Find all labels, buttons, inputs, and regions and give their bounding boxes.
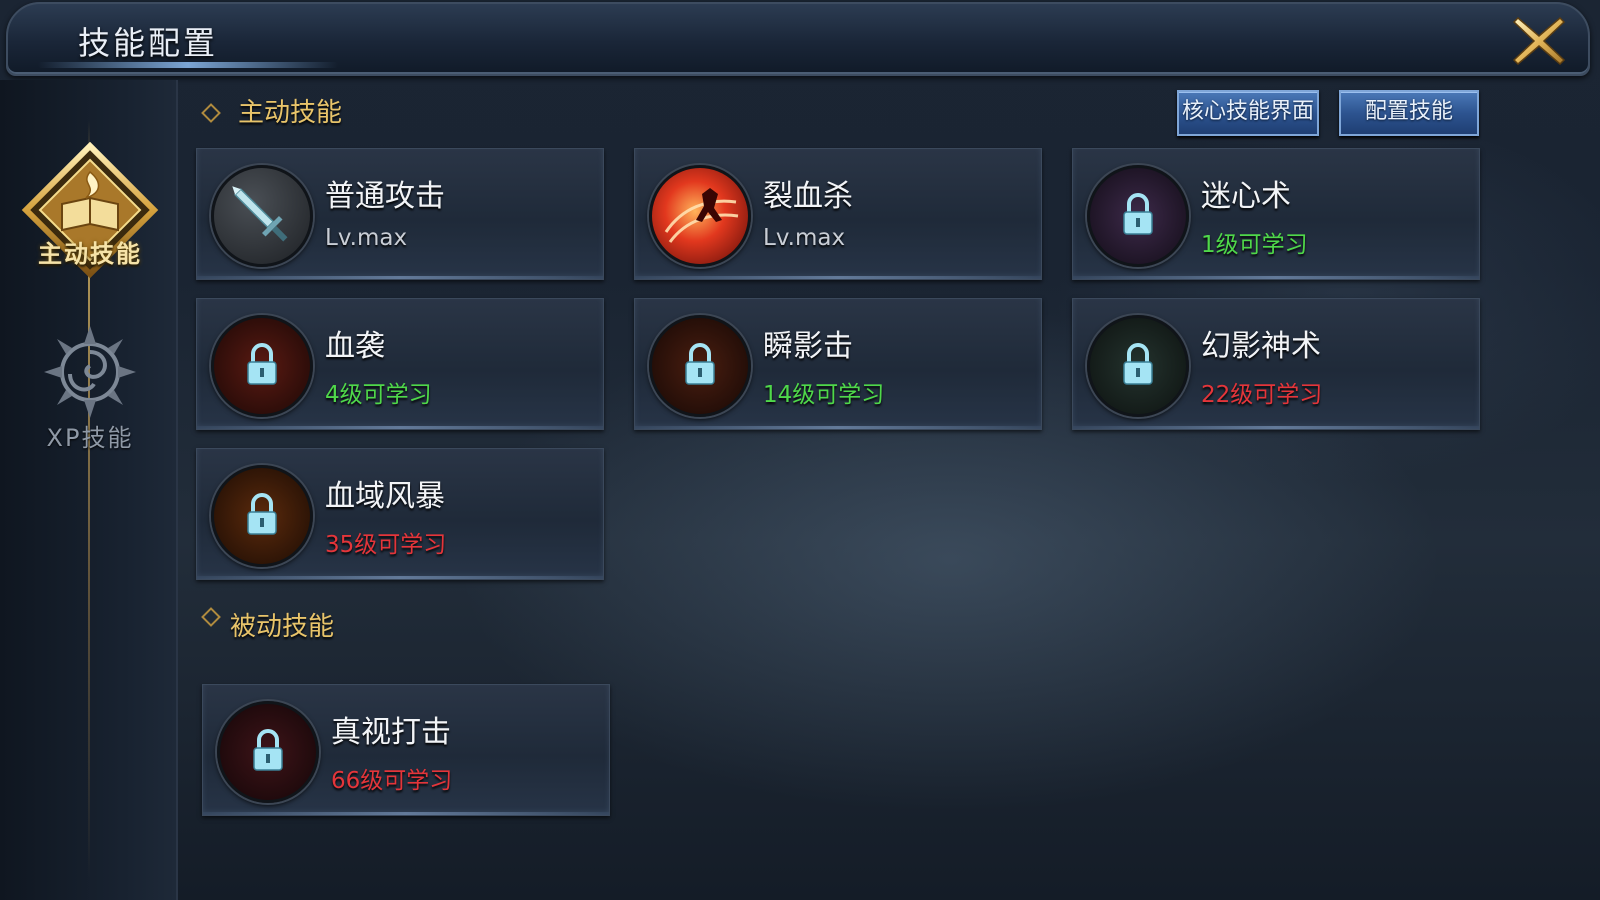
window-title: 技能配置 [78, 24, 219, 62]
skill-name: 真视打击 [331, 715, 451, 750]
skill-status: 66级可学习 [331, 768, 453, 794]
close-button[interactable] [1510, 12, 1568, 70]
sidebar: 主动技能 XP技能 [0, 80, 178, 900]
skill-status: 1级可学习 [1201, 232, 1308, 258]
skill-card-mind-charm[interactable]: 迷心术 1级可学习 [1072, 148, 1480, 280]
skill-name: 幻影神术 [1201, 329, 1321, 364]
active-skills-header: 主动技能 [238, 98, 343, 128]
blood-slash-icon [649, 165, 751, 267]
skill-status: Lv.max [763, 225, 846, 251]
skill-name: 血袭 [325, 329, 385, 364]
skill-card-blood-slash[interactable]: 裂血杀 Lv.max [634, 148, 1042, 280]
lock-icon [211, 465, 313, 567]
lock-icon [217, 701, 319, 803]
core-skills-button[interactable]: 核心技能界面 [1177, 90, 1319, 136]
tab-xp-skills-label: XP技能 [46, 424, 134, 452]
tab-active-skills[interactable]: 主动技能 [10, 142, 170, 292]
title-bar: 技能配置 [6, 2, 1590, 76]
tab-active-skills-label: 主动技能 [38, 240, 142, 268]
skill-name: 裂血杀 [763, 179, 853, 214]
skill-status: 14级可学习 [763, 382, 885, 408]
configure-skills-button[interactable]: 配置技能 [1339, 90, 1479, 136]
skill-status: 22级可学习 [1201, 382, 1323, 408]
close-icon [1512, 16, 1566, 66]
skill-status: 35级可学习 [325, 532, 447, 558]
skill-card-phantom-art[interactable]: 幻影神术 22级可学习 [1072, 298, 1480, 430]
skill-card-normal-attack[interactable]: 普通攻击 Lv.max [196, 148, 604, 280]
section-diamond-icon [201, 103, 221, 123]
skill-status: Lv.max [325, 225, 408, 251]
skill-name: 瞬影击 [763, 329, 853, 364]
skill-config-window: 技能配置 主动技能 XP技能 主动技能 核心技能界面 配置技能 普通攻击 Lv.… [0, 0, 1600, 900]
lock-icon [1087, 165, 1189, 267]
skill-card-shadow-strike[interactable]: 瞬影击 14级可学习 [634, 298, 1042, 430]
lock-icon [1087, 315, 1189, 417]
skill-status: 4级可学习 [325, 382, 432, 408]
skill-card-blood-raid[interactable]: 血袭 4级可学习 [196, 298, 604, 430]
passive-skills-header: 被动技能 [230, 612, 335, 642]
section-diamond-icon [201, 607, 221, 627]
skill-card-blood-storm[interactable]: 血域风暴 35级可学习 [196, 448, 604, 580]
skill-card-true-sight-strike[interactable]: 真视打击 66级可学习 [202, 684, 610, 816]
sword-icon [211, 165, 313, 267]
swirl-emblem-icon [44, 326, 136, 418]
lock-icon [211, 315, 313, 417]
skill-name: 血域风暴 [325, 479, 445, 514]
skill-name: 迷心术 [1201, 179, 1291, 214]
lock-icon [649, 315, 751, 417]
tab-xp-skills[interactable]: XP技能 [10, 322, 170, 472]
skill-name: 普通攻击 [325, 179, 445, 214]
